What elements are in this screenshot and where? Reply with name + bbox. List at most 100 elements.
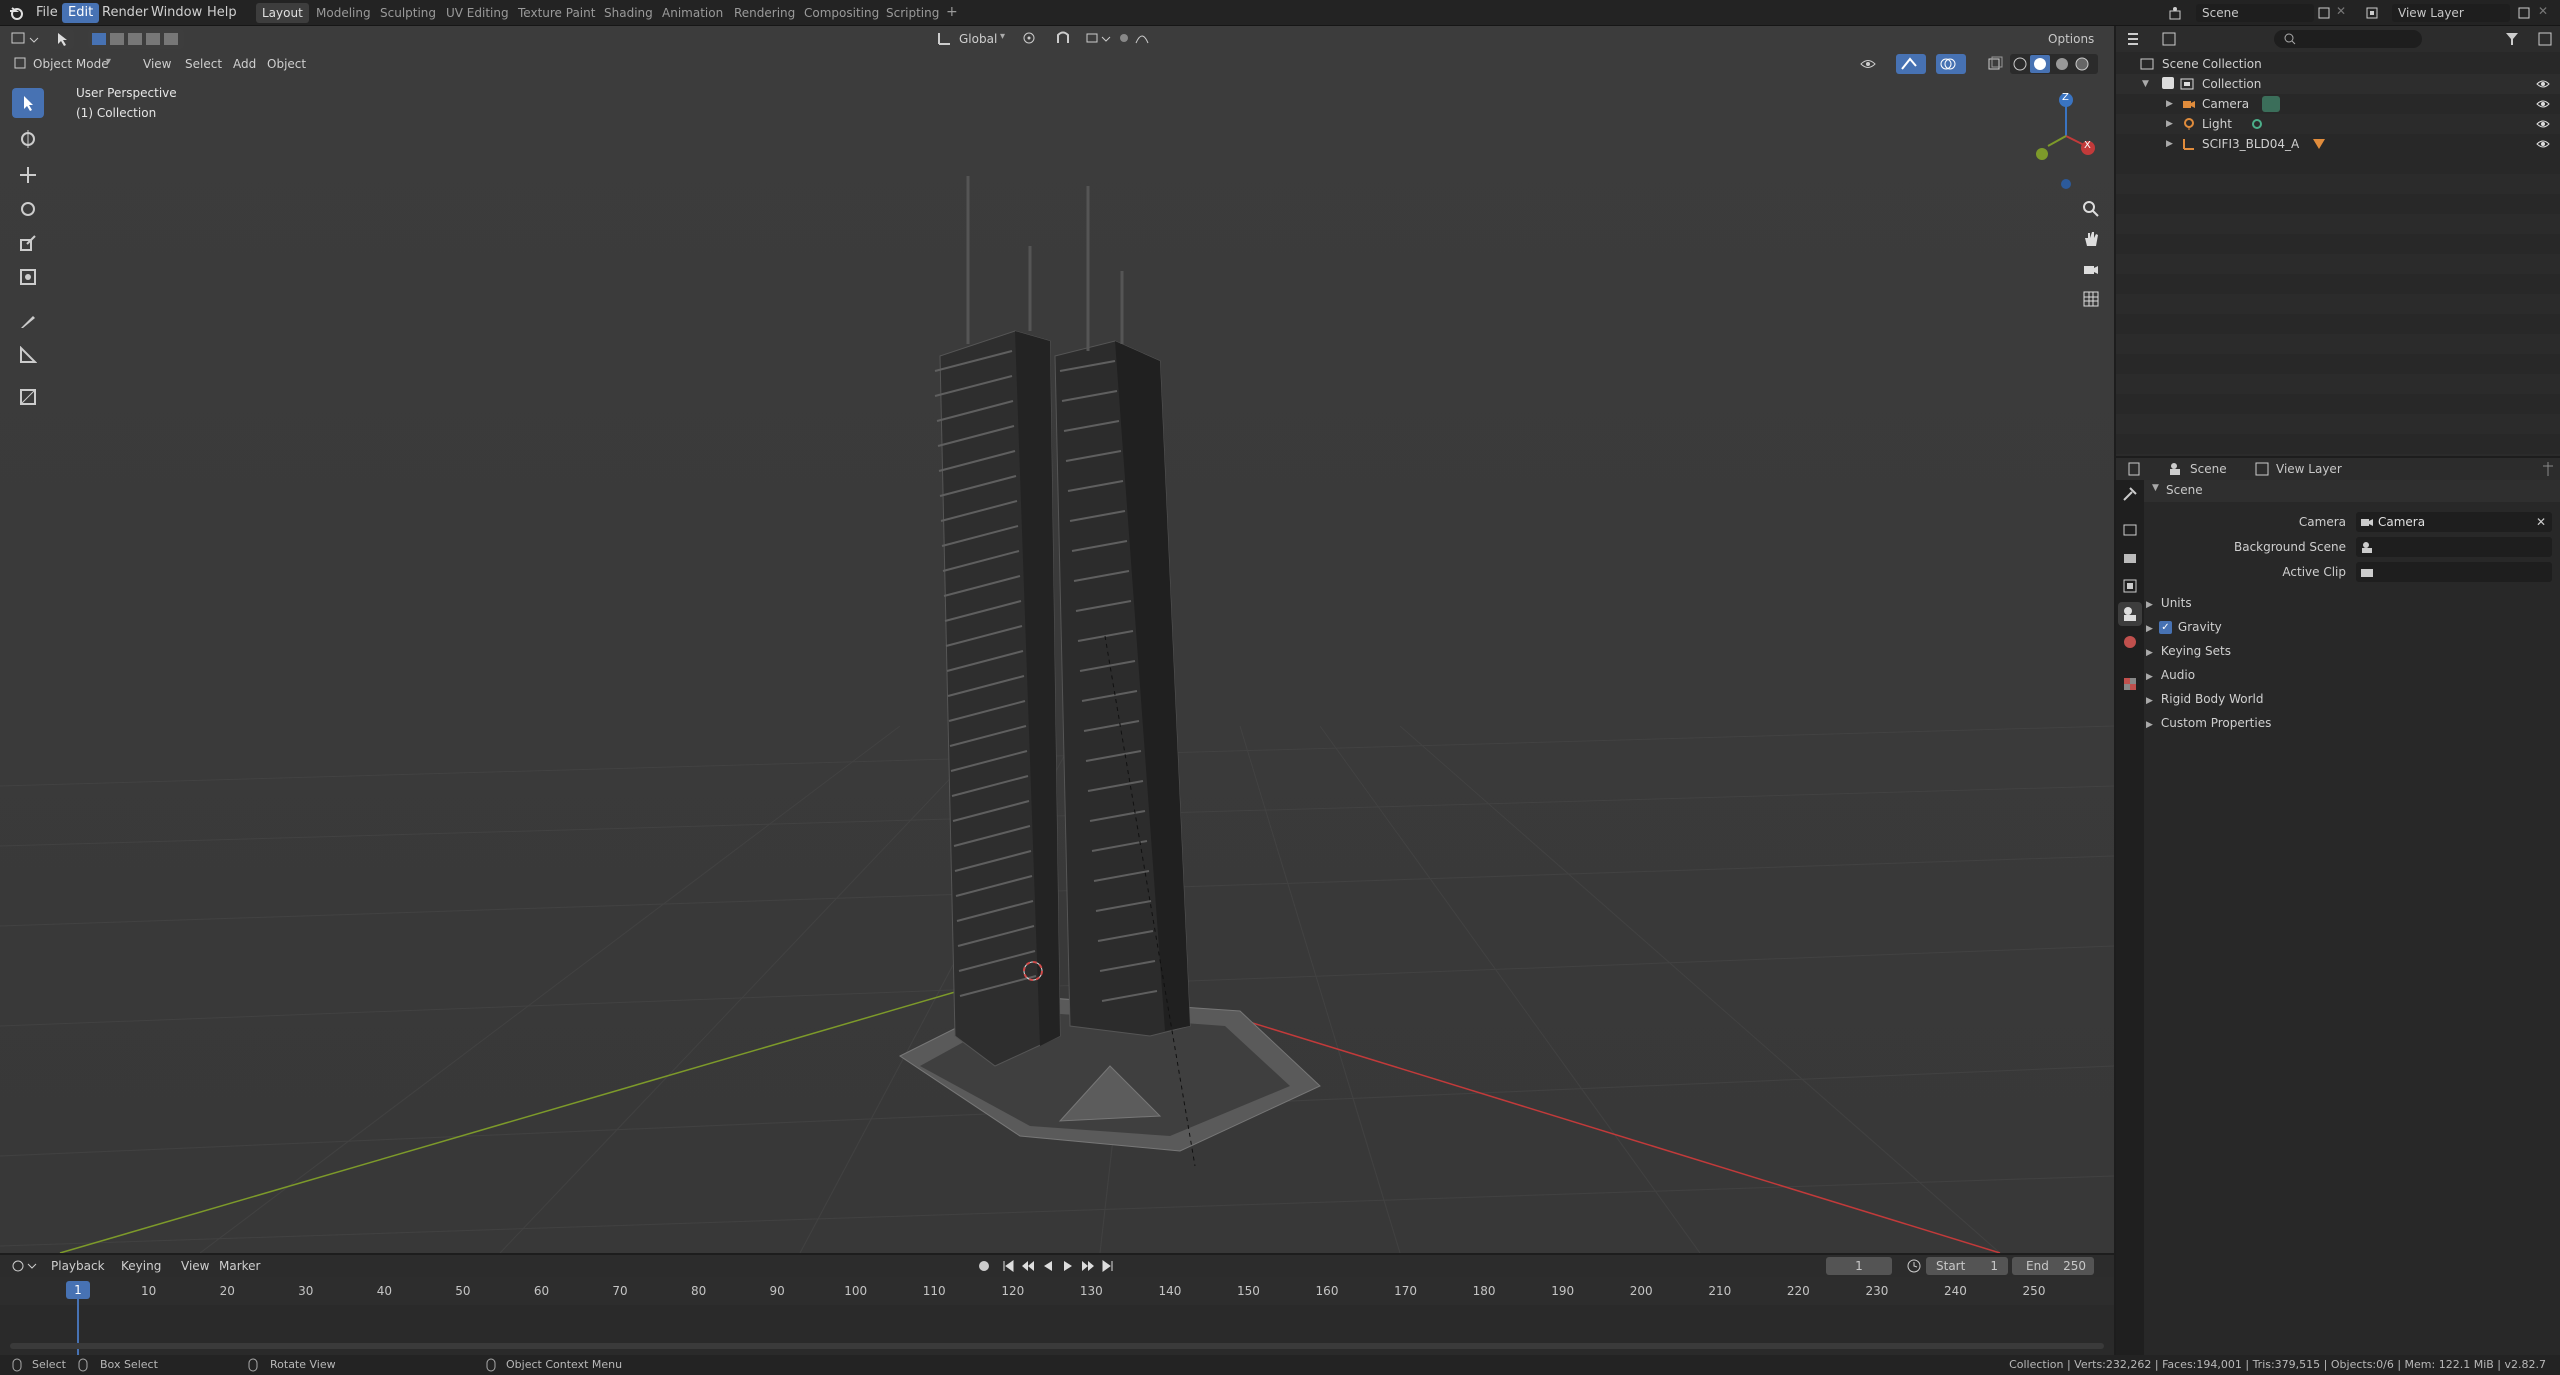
tab-animation[interactable]: Animation	[656, 3, 729, 23]
expand-arrow-icon[interactable]: ▶	[2166, 114, 2173, 134]
world-tab-icon[interactable]	[2122, 634, 2138, 650]
editor-type-icon[interactable]	[10, 30, 40, 48]
active-clip-field[interactable]	[2356, 562, 2552, 582]
delete-scene-icon[interactable]: ✕	[2336, 4, 2346, 18]
tab-modeling[interactable]: Modeling	[310, 3, 377, 23]
options-dropdown[interactable]: Options	[2040, 29, 2104, 49]
background-scene-field[interactable]	[2356, 537, 2552, 557]
outliner-row-light[interactable]: ▶ Light	[2116, 114, 2560, 134]
select-box-tool[interactable]	[12, 88, 44, 118]
delete-view-layer-icon[interactable]: ✕	[2538, 4, 2548, 18]
props-tab-scene[interactable]: Scene	[2190, 460, 2227, 478]
timeline-tick-label: 210	[1708, 1284, 1732, 1298]
pin-icon[interactable]	[2540, 460, 2556, 478]
timeline-scrollbar[interactable]	[10, 1343, 2104, 1349]
outliner-row-camera[interactable]: ▶ Camera	[2116, 94, 2560, 114]
section-units[interactable]: ▶ Units	[2146, 592, 2192, 614]
selection-mode-buttons[interactable]	[88, 29, 184, 49]
menu-add[interactable]: Add	[228, 54, 261, 74]
clear-camera-icon[interactable]: ✕	[2536, 512, 2546, 532]
view-layer-selector[interactable]: View Layer	[2392, 4, 2510, 22]
timeline-tick-label: 150	[1237, 1284, 1260, 1298]
tab-scripting[interactable]: Scripting	[880, 3, 945, 23]
annotate-tool[interactable]	[12, 306, 44, 336]
new-collection-icon[interactable]	[2536, 30, 2554, 48]
tab-shading[interactable]: Shading	[598, 3, 659, 23]
camera-field[interactable]: Camera ✕	[2356, 512, 2552, 532]
section-custom-properties[interactable]: ▶ Custom Properties	[2146, 712, 2271, 734]
select-tool-icon[interactable]	[50, 29, 74, 49]
section-keying-sets[interactable]: ▶ Keying Sets	[2146, 640, 2231, 662]
scale-tool[interactable]	[12, 228, 44, 258]
properties-editor-icon[interactable]	[2126, 460, 2156, 478]
camera-data-icon[interactable]	[2262, 96, 2280, 112]
menu-object[interactable]: Object	[262, 54, 311, 74]
camera-field-icon	[2360, 515, 2374, 535]
pan-hand-icon[interactable]	[2078, 226, 2104, 252]
mode-dropdown[interactable]: Object Mode	[28, 54, 114, 74]
menu-window[interactable]: Window	[145, 3, 208, 23]
cursor-tool[interactable]	[12, 124, 44, 154]
overlays-toggle-icon[interactable]	[1936, 54, 1966, 74]
tab-compositing[interactable]: Compositing	[798, 3, 885, 23]
outliner-row-collection[interactable]: ▼ Collection	[2116, 74, 2560, 94]
tab-sculpting[interactable]: Sculpting	[374, 3, 442, 23]
filter-icon[interactable]	[2504, 30, 2532, 48]
visibility-icon[interactable]	[1858, 54, 1888, 74]
outliner-row-scifi-building[interactable]: ▶ SCIFI3_BLD04_A	[2116, 134, 2560, 154]
pivot-point-icon[interactable]	[1020, 29, 1048, 47]
scene-selector[interactable]: Scene	[2196, 4, 2314, 22]
menu-file[interactable]: File	[30, 3, 64, 23]
transform-tool[interactable]	[12, 262, 44, 292]
rotate-tool[interactable]	[12, 194, 44, 224]
add-cube-tool[interactable]	[12, 382, 44, 412]
texture-tab-icon[interactable]	[2122, 676, 2138, 692]
menu-edit[interactable]: Edit	[62, 3, 100, 23]
props-tab-view-layer[interactable]: View Layer	[2276, 460, 2342, 478]
outliner-search-input[interactable]	[2274, 30, 2422, 48]
view-layer-icon	[2364, 5, 2380, 21]
proportional-edit-icon[interactable]	[1116, 29, 1156, 47]
navigation-gizmo[interactable]: Z X	[2026, 84, 2106, 194]
section-rigid-body-world[interactable]: ▶ Rigid Body World	[2146, 688, 2263, 710]
collection-checkbox[interactable]	[2162, 77, 2174, 89]
shading-mode-buttons[interactable]	[2010, 54, 2098, 74]
snap-target-icon[interactable]	[1084, 29, 1114, 47]
tab-layout[interactable]: Layout	[256, 3, 309, 23]
scene-props-tab-icon[interactable]	[2118, 602, 2142, 626]
tab-texture-paint[interactable]: Texture Paint	[512, 3, 601, 23]
move-tool[interactable]	[12, 160, 44, 190]
new-view-layer-icon[interactable]	[2516, 5, 2532, 21]
section-audio[interactable]: ▶ Audio	[2146, 664, 2195, 686]
expand-arrow-icon[interactable]: ▶	[2166, 94, 2173, 114]
gizmo-toggle-icon[interactable]	[1896, 54, 1926, 74]
menu-help[interactable]: Help	[201, 3, 243, 23]
tab-uv-editing[interactable]: UV Editing	[440, 3, 515, 23]
section-gravity[interactable]: ▶ ✓ Gravity	[2146, 616, 2222, 638]
zoom-icon[interactable]	[2078, 196, 2104, 222]
menu-select[interactable]: Select	[180, 54, 227, 74]
add-workspace-button[interactable]: +	[946, 4, 958, 20]
outliner-root-row[interactable]: Scene Collection	[2116, 54, 2560, 74]
tool-tab-icon[interactable]	[2122, 486, 2138, 502]
xray-toggle-icon[interactable]	[1986, 54, 2004, 74]
blender-logo-icon[interactable]	[8, 5, 24, 21]
display-mode-icon[interactable]	[2160, 30, 2190, 48]
measure-tool[interactable]	[12, 340, 44, 370]
gravity-checkbox[interactable]: ✓	[2158, 621, 2172, 634]
playhead-frame[interactable]: 1	[66, 1281, 90, 1299]
view-layer-tab-icon	[2254, 460, 2270, 478]
ortho-grid-icon[interactable]	[2078, 286, 2104, 312]
outliner-editor-icon[interactable]	[2126, 30, 2156, 48]
snap-icon[interactable]	[1054, 29, 1082, 47]
camera-view-icon[interactable]	[2078, 256, 2104, 282]
orientation-dropdown[interactable]: Global	[954, 29, 1002, 49]
menu-view[interactable]: View	[138, 54, 176, 74]
3d-viewport[interactable]: Global ▾ Options Object Mode ▾ View Sele…	[0, 26, 2114, 1253]
expand-arrow-icon: ▶	[2146, 720, 2153, 730]
expand-arrow-icon[interactable]: ▼	[2142, 74, 2149, 94]
tab-rendering[interactable]: Rendering	[728, 3, 801, 23]
new-scene-icon[interactable]	[2316, 5, 2332, 21]
expand-arrow-icon[interactable]: ▶	[2166, 134, 2173, 154]
panel-header-scene[interactable]: ▼ Scene	[2144, 480, 2560, 502]
